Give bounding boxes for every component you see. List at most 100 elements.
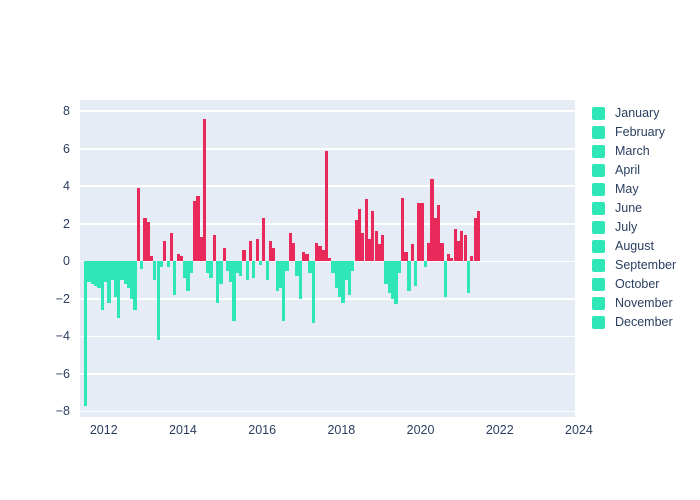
legend-label: April bbox=[615, 163, 641, 177]
legend-item[interactable]: June bbox=[592, 199, 697, 218]
legend-item[interactable]: March bbox=[592, 142, 697, 161]
y-tick-label: −2 bbox=[55, 291, 70, 306]
legend-item[interactable]: April bbox=[592, 161, 697, 180]
legend-swatch-icon bbox=[592, 297, 605, 310]
legend-label: June bbox=[615, 201, 643, 215]
bar-negative[interactable] bbox=[397, 261, 401, 273]
legend-swatch-icon bbox=[592, 240, 605, 253]
bar-negative[interactable] bbox=[173, 261, 177, 296]
y-tick-label: −4 bbox=[55, 329, 70, 344]
legend-item[interactable]: May bbox=[592, 180, 697, 199]
bar-positive[interactable] bbox=[404, 251, 408, 262]
bar-positive[interactable] bbox=[262, 218, 266, 262]
bars-layer bbox=[80, 100, 575, 417]
legend: January February March April May June July Augu… bbox=[592, 104, 697, 332]
legend-label: May bbox=[615, 182, 639, 196]
y-tick-label: 4 bbox=[63, 179, 70, 194]
bar-positive[interactable] bbox=[272, 248, 276, 262]
y-tick-label: −6 bbox=[55, 366, 70, 381]
bar-negative[interactable] bbox=[133, 261, 137, 311]
bar-positive[interactable] bbox=[163, 240, 167, 262]
y-tick-label: 2 bbox=[63, 216, 70, 231]
bar-negative[interactable] bbox=[156, 261, 161, 341]
legend-label: September bbox=[615, 258, 677, 272]
bar-positive[interactable] bbox=[136, 188, 141, 262]
legend-swatch-icon bbox=[592, 316, 605, 329]
x-tick-label: 2016 bbox=[248, 423, 277, 437]
bar-positive[interactable] bbox=[249, 240, 253, 262]
bar-negative[interactable] bbox=[189, 261, 193, 273]
bar-negative[interactable] bbox=[219, 261, 223, 284]
bar-negative[interactable] bbox=[258, 261, 263, 266]
bar-negative[interactable] bbox=[285, 261, 289, 271]
bar-positive[interactable] bbox=[202, 118, 206, 262]
legend-item[interactable]: July bbox=[592, 218, 697, 237]
bar-negative[interactable] bbox=[424, 261, 428, 267]
legend-swatch-icon bbox=[592, 278, 605, 291]
legend-item[interactable]: September bbox=[592, 256, 697, 275]
bar-negative[interactable] bbox=[83, 261, 88, 406]
bar-negative[interactable] bbox=[265, 261, 269, 281]
x-tick-label: 2012 bbox=[89, 423, 118, 437]
legend-swatch-icon bbox=[592, 107, 605, 120]
bar-positive[interactable] bbox=[463, 235, 467, 262]
legend-label: November bbox=[615, 296, 673, 310]
legend-item[interactable]: August bbox=[592, 237, 697, 256]
legend-item[interactable]: October bbox=[592, 275, 697, 294]
legend-label: February bbox=[615, 125, 666, 139]
legend-swatch-icon bbox=[592, 164, 605, 177]
x-tick-label: 2018 bbox=[327, 423, 356, 437]
bar-positive[interactable] bbox=[380, 235, 385, 262]
bar-negative[interactable] bbox=[443, 261, 448, 297]
bar-negative[interactable] bbox=[466, 261, 471, 294]
legend-swatch-icon bbox=[592, 221, 605, 234]
legend-item[interactable]: December bbox=[592, 313, 697, 332]
bar-negative[interactable] bbox=[407, 261, 411, 292]
legend-swatch-icon bbox=[592, 126, 605, 139]
x-tick-label: 2014 bbox=[169, 423, 197, 437]
legend-label: January bbox=[615, 106, 660, 120]
legend-item[interactable]: November bbox=[592, 294, 697, 313]
bar-negative[interactable] bbox=[298, 261, 302, 299]
legend-item[interactable]: February bbox=[592, 123, 697, 142]
legend-item[interactable]: January bbox=[592, 104, 697, 123]
bar-negative[interactable] bbox=[351, 261, 355, 271]
bar-positive[interactable] bbox=[222, 248, 226, 262]
x-tick-label: 2020 bbox=[406, 423, 435, 437]
bar-negative[interactable] bbox=[311, 261, 315, 324]
legend-label: August bbox=[615, 239, 654, 253]
bar-negative[interactable] bbox=[166, 261, 170, 267]
bar-negative[interactable] bbox=[159, 261, 164, 267]
bar-positive[interactable] bbox=[440, 242, 444, 262]
chart-container: 8 6 4 2 0 −2 −4 −6 −8 2012 2014 2016 2018 2020 2022 20… bbox=[0, 0, 700, 500]
legend-swatch-icon bbox=[592, 183, 605, 196]
x-tick-label: 2022 bbox=[485, 423, 514, 437]
bar-positive[interactable] bbox=[476, 210, 480, 262]
x-tick-label: 2024 bbox=[565, 423, 593, 437]
bar-positive[interactable] bbox=[255, 238, 260, 262]
bar-positive[interactable] bbox=[169, 233, 174, 262]
legend-label: December bbox=[615, 315, 673, 329]
legend-swatch-icon bbox=[592, 259, 605, 272]
y-tick-label: 0 bbox=[63, 254, 70, 269]
legend-label: October bbox=[615, 277, 660, 291]
y-tick-label: 6 bbox=[63, 141, 70, 156]
bar-positive[interactable] bbox=[291, 242, 296, 262]
legend-label: March bbox=[615, 144, 650, 158]
bar-negative[interactable] bbox=[252, 261, 256, 279]
bar-negative[interactable] bbox=[140, 261, 144, 269]
legend-label: July bbox=[615, 220, 638, 234]
bar-positive[interactable] bbox=[410, 244, 414, 262]
bar-positive[interactable] bbox=[325, 150, 329, 262]
bar-negative[interactable] bbox=[414, 261, 418, 286]
bar-negative[interactable] bbox=[245, 261, 250, 281]
legend-swatch-icon bbox=[592, 145, 605, 158]
bar-positive[interactable] bbox=[305, 253, 309, 262]
bar-positive[interactable] bbox=[242, 250, 246, 262]
bar-negative[interactable] bbox=[239, 261, 243, 277]
bar-positive[interactable] bbox=[420, 203, 424, 262]
y-tick-label: 8 bbox=[63, 104, 70, 119]
bar-positive[interactable] bbox=[212, 235, 216, 262]
bar-negative[interactable] bbox=[209, 261, 213, 279]
y-tick-label: −8 bbox=[55, 404, 70, 419]
